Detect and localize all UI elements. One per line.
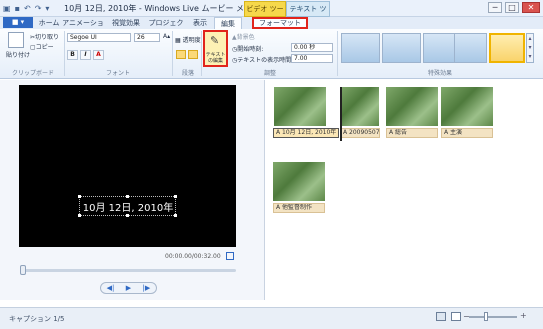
clip-thumbnail[interactable] [441,87,493,126]
transparency-label: 透明度 [182,37,201,44]
font-family-select[interactable]: Segoe UI [67,33,131,42]
copy-label: コピー [35,44,54,51]
gallery-scroll-icon[interactable]: ▴ ▾ ▾ [526,33,534,63]
window-title: 10月 12日, 2010年 - Windows Live ムービー メー... [64,4,260,13]
cut-label: 切り取り [35,34,60,41]
tab-project[interactable]: プロジェクト [147,17,185,39]
italic-button[interactable]: I [80,50,91,60]
seek-bar[interactable] [20,269,236,272]
clip-caption[interactable]: A 200905071... [340,128,380,138]
start-time-input[interactable]: 0.00 秒 [291,43,333,52]
tab-format[interactable]: フォーマット [252,17,308,29]
paste-icon[interactable] [8,32,24,48]
zoom-in-icon[interactable]: + [520,311,527,320]
bg-color-button[interactable]: ▲背景色 [232,32,255,41]
maximize-button[interactable]: □ [505,2,519,13]
tab-visual-effects[interactable]: 視覚効果 [107,17,145,29]
effect-thumb[interactable] [341,33,380,63]
paste-button[interactable]: 貼り付け [6,50,30,59]
start-time-label: ◷開始時刻: [232,44,263,53]
caption-text[interactable]: 10月 12日, 2010年 [80,199,176,214]
qat-dropdown-icon[interactable]: ▾ [45,4,49,13]
zoom-slider[interactable] [469,316,517,318]
clip-caption-selected[interactable]: A 10月 12日, 2010年 [273,128,339,138]
resize-handle[interactable] [174,195,177,198]
align-center-icon[interactable] [188,50,198,59]
ribbon-separator [172,31,173,76]
quick-access-toolbar: ▣ ▪ ↶ ↷ ▾ [3,3,49,14]
clip-thumbnail[interactable] [273,162,325,201]
grow-font-icon[interactable]: A▴ [163,33,170,40]
close-button[interactable]: ✕ [522,2,540,13]
align-left-icon[interactable] [176,50,186,59]
edit-text-icon: ✎ [210,34,220,47]
context-tab-video-tools: ビデオ ツール [244,1,286,28]
tab-view[interactable]: 表示 [188,17,212,29]
playhead[interactable] [340,87,342,141]
playback-controls: ◀| ▶ |▶ [100,282,157,294]
bg-color-label: 背景色 [236,34,255,41]
clip-thumbnail[interactable] [386,87,438,126]
resize-handle[interactable] [126,214,129,217]
tab-edit[interactable]: 編集 [214,17,242,29]
start-time-text: 開始時刻: [237,46,264,53]
clip-caption[interactable]: A 他監督制作 [273,203,325,213]
group-label-effects: 特殊効果 [427,70,452,77]
group-label-adjust: 調整 [263,70,276,77]
status-bar [0,307,543,329]
resize-handle[interactable] [78,195,81,198]
font-color-button[interactable]: A [93,50,104,60]
transparency-icon: ▦ [175,37,183,44]
file-menu-button[interactable]: ■ ▾ [3,17,33,28]
effect-thumb[interactable] [454,33,487,63]
clip-thumbnail[interactable] [274,87,326,126]
previous-frame-icon[interactable]: ◀| [107,284,115,292]
effect-thumb-selected[interactable] [489,33,525,63]
duration-text: テキストの表示時間: [237,57,294,64]
copy-button[interactable]: ▢コピー [30,42,54,51]
minimize-button[interactable]: ─ [488,2,502,13]
cut-button[interactable]: ✂切り取り [30,32,59,41]
edit-text-label: テキスト の編集 [205,52,226,64]
play-icon[interactable]: ▶ [126,284,131,292]
clip-caption[interactable]: A 総告 [386,128,438,138]
resize-handle[interactable] [174,214,177,217]
save-icon[interactable]: ▪ [15,4,20,13]
fullscreen-icon[interactable] [226,252,234,260]
bold-button[interactable]: B [67,50,78,60]
group-label-paragraph: 段落 [181,70,194,77]
next-frame-icon[interactable]: |▶ [143,284,151,292]
clip-caption[interactable]: A 主演 [441,128,493,138]
group-label-clipboard: クリップボード [11,70,54,77]
clip-thumbnail[interactable] [340,87,379,126]
ribbon-separator [337,31,338,76]
timecode: 00:00.00/00:32.00 [165,253,221,260]
resize-handle[interactable] [78,214,81,217]
redo-icon[interactable]: ↷ [35,4,42,13]
storyboard-view-icon[interactable] [436,312,446,321]
app-icon: ▣ [3,4,11,13]
tab-animation[interactable]: アニメーション [62,17,104,39]
duration-label: ◷テキストの表示時間: [232,55,293,64]
group-label-font: フォント [105,70,130,77]
window-controls: ─ □ ✕ [488,2,540,13]
edit-text-button[interactable]: ✎ テキスト の編集 [203,30,228,67]
font-size-select[interactable]: 26 [134,33,160,42]
undo-icon[interactable]: ↶ [24,4,31,13]
thumbnail-size-icon[interactable] [451,312,461,321]
context-tab-text-tools: テキスト ツール [286,1,330,28]
ribbon-separator [201,31,202,76]
ribbon-separator [64,31,65,76]
seek-knob[interactable] [20,265,26,275]
resize-handle[interactable] [126,195,129,198]
tab-home[interactable]: ホーム [38,17,60,29]
zoom-slider-knob[interactable] [484,312,488,321]
video-preview[interactable] [19,85,236,247]
status-text: キャプション 1/5 [9,315,65,323]
transparency-button[interactable]: ▦ 透明度 [175,35,201,44]
effect-thumb[interactable] [382,33,421,63]
duration-input[interactable]: 7.00 [291,54,333,63]
